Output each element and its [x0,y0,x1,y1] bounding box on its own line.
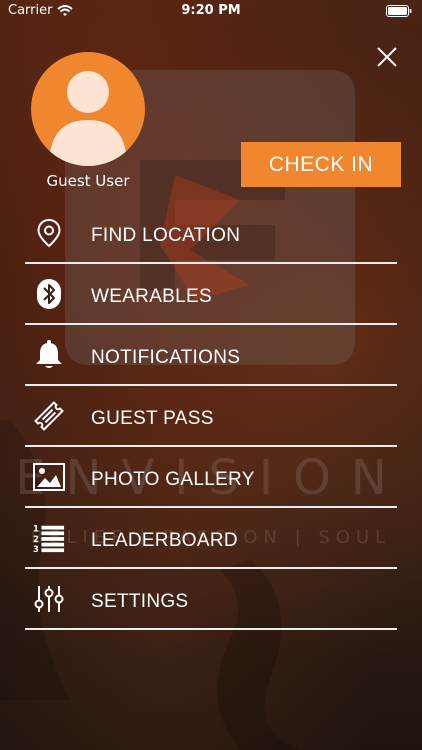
menu-item-settings[interactable]: SETTINGS [25,569,397,630]
close-icon[interactable] [372,42,402,72]
menu-item-notifications[interactable]: NOTIFICATIONS [25,325,397,386]
menu-item-leaderboard[interactable]: 1 2 3 LEADERBOARD [25,508,397,569]
bluetooth-icon [33,278,65,310]
user-silhouette-icon [49,71,127,166]
menu-item-label: PHOTO GALLERY [91,469,255,490]
numbered-list-icon: 1 2 3 [33,522,65,554]
side-menu-screen: ENVISION BELIEF | PASSION | SOUL Carrier… [0,0,422,750]
menu-item-photo-gallery[interactable]: PHOTO GALLERY [25,447,397,508]
menu-item-wearables[interactable]: WEARABLES [25,264,397,325]
bell-icon [33,339,65,371]
menu-item-label: SETTINGS [91,591,189,612]
battery-icon [386,5,412,17]
user-name: Guest User [46,172,130,190]
svg-text:2: 2 [33,533,39,543]
status-bar: Carrier 9:20 PM [0,0,422,22]
check-in-button[interactable]: CHECK IN [241,142,401,187]
menu-item-label: WEARABLES [91,286,212,307]
sliders-icon [33,583,65,615]
menu-item-label: NOTIFICATIONS [91,347,241,368]
image-icon [33,461,65,493]
svg-text:3: 3 [33,544,39,554]
menu-item-find-location[interactable]: FIND LOCATION [25,203,397,264]
ticket-icon [33,400,65,432]
svg-text:1: 1 [33,523,39,533]
location-pin-icon [33,217,65,249]
menu-item-guest-pass[interactable]: GUEST PASS [25,386,397,447]
menu-item-label: FIND LOCATION [91,225,241,246]
menu-item-label: GUEST PASS [91,408,214,429]
menu-item-label: LEADERBOARD [91,530,238,551]
status-time: 9:20 PM [181,3,241,18]
side-menu: FIND LOCATION WEARABLES NOTIFICATIONS GU… [25,203,397,630]
avatar[interactable] [31,52,145,166]
